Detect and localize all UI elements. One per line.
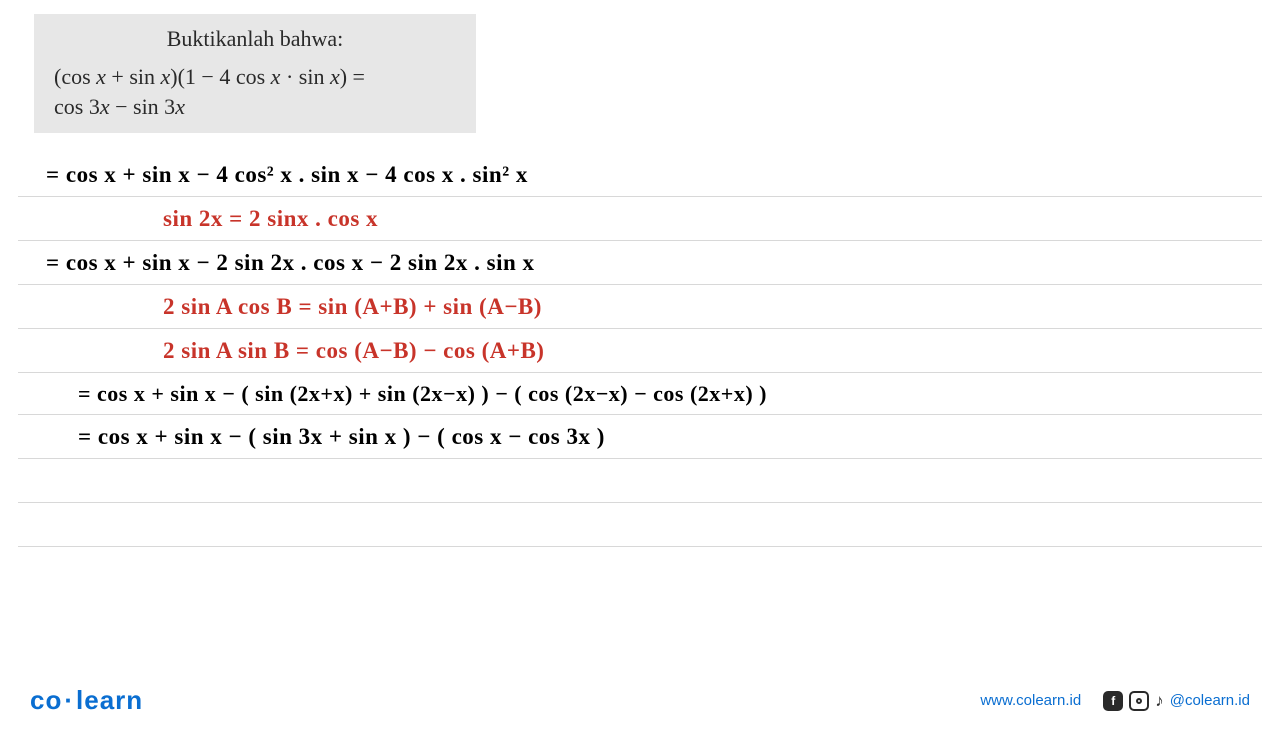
social-handle: @colearn.id xyxy=(1170,692,1250,709)
instagram-icon xyxy=(1129,691,1149,711)
work-area: = cos x + sin x − 4 cos² x . sin x − 4 c… xyxy=(0,153,1280,547)
work-row: 2 sin A cos B = sin (A+B) + sin (A−B) xyxy=(18,285,1262,329)
work-row: = cos x + sin x − ( sin 3x + sin x ) − (… xyxy=(18,415,1262,459)
work-row-empty xyxy=(18,459,1262,503)
identity-2: 2 sin A cos B = sin (A+B) + sin (A−B) xyxy=(163,294,542,320)
logo-dot: · xyxy=(64,685,74,715)
problem-equation-line1: (cos x + sin x)(1 − 4 cos x · sin x) = xyxy=(54,62,456,92)
work-step-1: = cos x + sin x − 4 cos² x . sin x − 4 c… xyxy=(46,162,528,188)
logo: co·learn xyxy=(30,685,143,716)
identity-1: sin 2x = 2 sinx . cos x xyxy=(163,206,378,232)
tiktok-icon: ♪ xyxy=(1155,691,1164,711)
website-url: www.colearn.id xyxy=(980,692,1081,709)
work-row-empty xyxy=(18,503,1262,547)
work-step-3: = cos x + sin x − ( sin (2x+x) + sin (2x… xyxy=(78,381,767,407)
problem-equation-line2: cos 3x − sin 3x xyxy=(54,92,456,122)
work-row: sin 2x = 2 sinx . cos x xyxy=(18,197,1262,241)
identity-3: 2 sin A sin B = cos (A−B) − cos (A+B) xyxy=(163,338,544,364)
logo-text-right: learn xyxy=(76,685,143,715)
work-row: 2 sin A sin B = cos (A−B) − cos (A+B) xyxy=(18,329,1262,373)
logo-text-left: co xyxy=(30,685,62,715)
footer-right: www.colearn.id f ♪ @colearn.id xyxy=(980,691,1250,711)
facebook-icon: f xyxy=(1103,691,1123,711)
footer: co·learn www.colearn.id f ♪ @colearn.id xyxy=(0,685,1280,716)
work-row: = cos x + sin x − ( sin (2x+x) + sin (2x… xyxy=(18,373,1262,415)
work-row: = cos x + sin x − 4 cos² x . sin x − 4 c… xyxy=(18,153,1262,197)
problem-box: Buktikanlah bahwa: (cos x + sin x)(1 − 4… xyxy=(34,14,476,133)
problem-title: Buktikanlah bahwa: xyxy=(54,26,456,52)
social-icons: f ♪ @colearn.id xyxy=(1103,691,1250,711)
work-row: = cos x + sin x − 2 sin 2x . cos x − 2 s… xyxy=(18,241,1262,285)
work-step-2: = cos x + sin x − 2 sin 2x . cos x − 2 s… xyxy=(46,250,535,276)
work-step-4: = cos x + sin x − ( sin 3x + sin x ) − (… xyxy=(78,424,605,450)
